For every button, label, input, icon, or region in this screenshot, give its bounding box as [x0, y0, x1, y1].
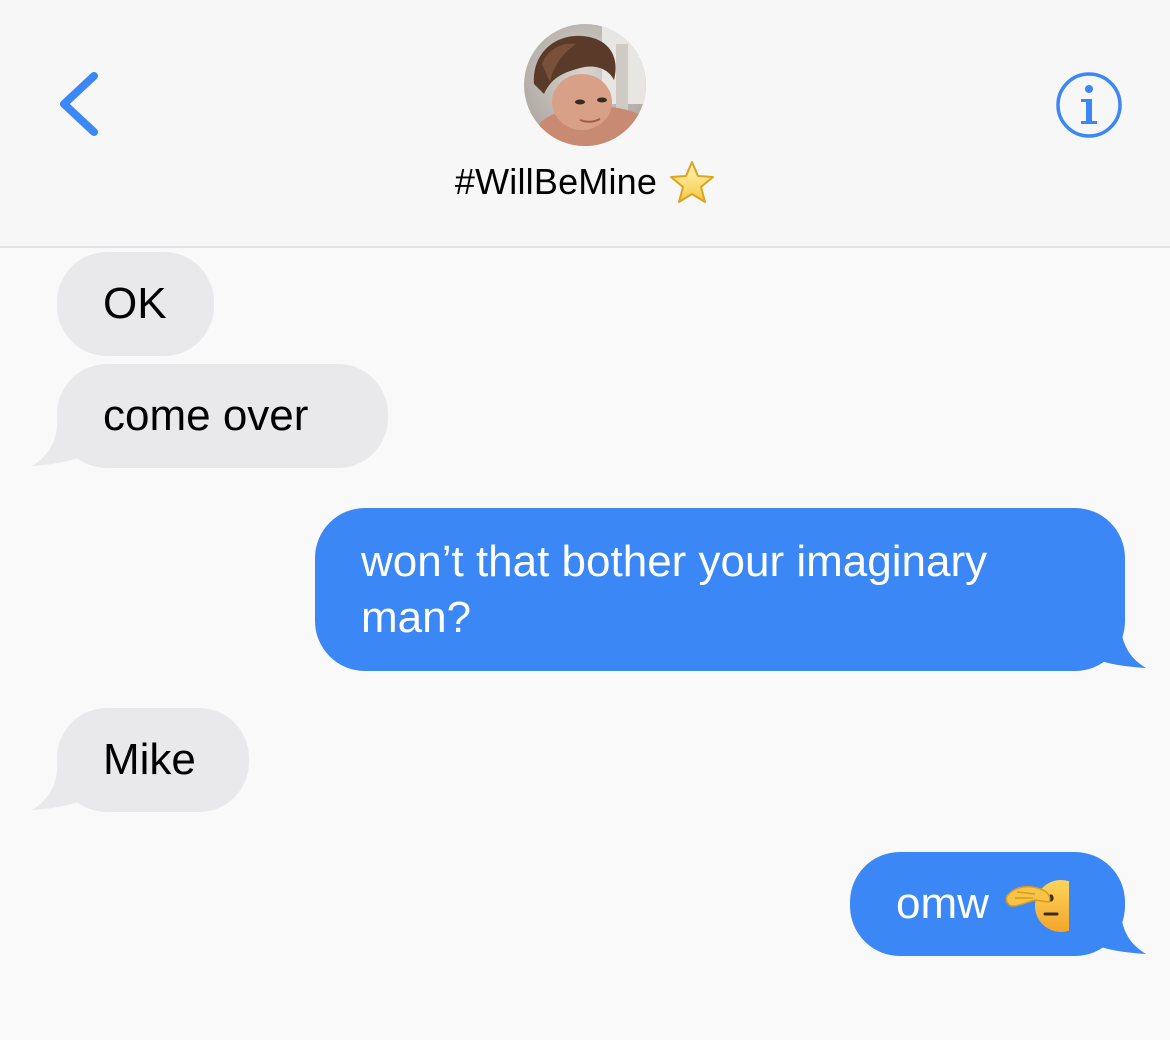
sent-message[interactable]: won’t that bother your imaginary man? [315, 508, 1125, 671]
contact-name: #WillBeMine [454, 161, 658, 202]
info-circle-icon [1056, 72, 1122, 138]
message-text: come over [103, 391, 309, 440]
chevron-left-icon [60, 72, 98, 136]
contact-avatar[interactable] [524, 24, 646, 146]
saluting-face-icon [1005, 880, 1069, 932]
info-button[interactable] [1055, 71, 1123, 139]
message-text: omw [896, 879, 989, 928]
conversation-header: #WillBeMine [0, 0, 1170, 248]
message-text: OK [103, 279, 167, 328]
message-text-line2: man? [361, 593, 472, 642]
contact-name-row[interactable]: #WillBeMine [0, 158, 1170, 206]
message-text-line1: won’t that bother your imaginary [361, 537, 988, 586]
sent-message[interactable]: omw [850, 852, 1125, 956]
received-message[interactable]: Mike [57, 708, 249, 812]
star-icon [670, 161, 715, 203]
received-message[interactable]: OK [57, 252, 214, 356]
back-button[interactable] [52, 68, 112, 140]
message-text: Mike [103, 735, 196, 784]
received-message[interactable]: come over [57, 364, 388, 468]
conversation-screen: #WillBeMine OK come over won’t that both… [0, 0, 1170, 1040]
avatar-photo [524, 24, 646, 146]
